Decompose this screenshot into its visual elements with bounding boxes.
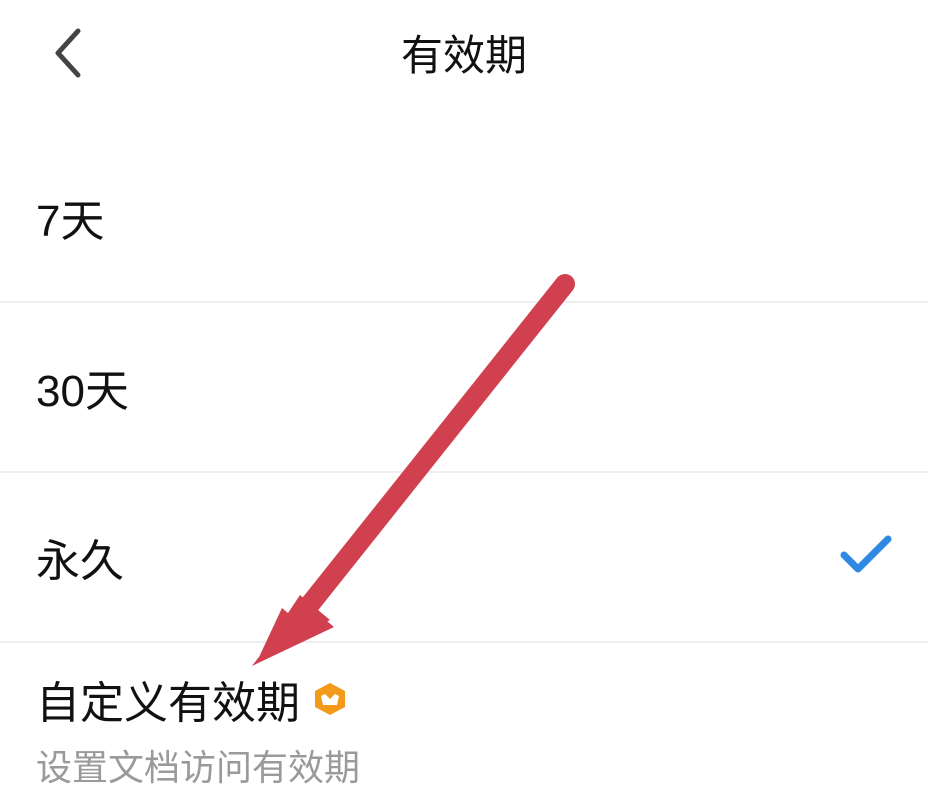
premium-badge-icon [312,681,348,717]
option-7days[interactable]: 7天 [0,133,928,303]
option-30days[interactable]: 30天 [0,303,928,473]
chevron-left-icon [52,27,84,79]
page-title: 有效期 [40,22,888,83]
checkmark-icon [840,535,892,580]
custom-row: 自定义有效期 [36,667,892,731]
custom-subtitle: 设置文档访问有效期 [36,739,892,791]
option-permanent[interactable]: 永久 [0,473,928,643]
option-custom-expiry[interactable]: 自定义有效期 设置文档访问有效期 [0,643,928,791]
option-label: 7天 [36,185,104,249]
header: 有效期 [0,0,928,105]
option-label: 永久 [36,525,124,589]
options-list: 7天 30天 永久 自定义有效期 设置文档访问有效期 [0,133,928,791]
custom-label: 自定义有效期 [36,667,300,731]
option-label: 30天 [36,355,129,419]
back-button[interactable] [52,27,84,79]
